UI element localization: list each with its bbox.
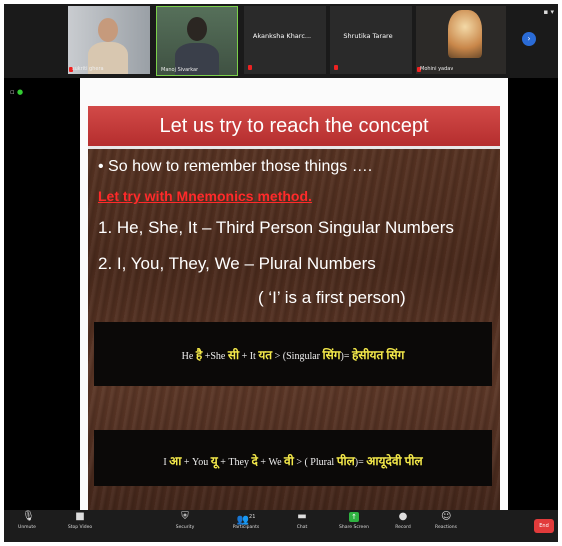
security-button[interactable]: ⛨ Security — [170, 511, 200, 531]
participant-tile[interactable]: Akanksha Kharc... — [244, 6, 326, 74]
screen-share-status-icon: ▫ ● — [10, 88, 24, 96]
participant-tile[interactable]: sukriti ghera — [68, 6, 150, 74]
reactions-icon: ☺ — [441, 511, 452, 522]
participant-name: Mohini yadav — [420, 66, 454, 72]
participants-icon: 👥21 — [236, 514, 256, 526]
unmute-button[interactable]: 🎙 Unmute — [12, 511, 42, 531]
muted-mic-icon: 🎙 — [22, 511, 35, 522]
more-participants-icon[interactable]: › — [522, 32, 536, 46]
share-screen-button[interactable]: ↑ Share Screen — [334, 512, 374, 530]
zoom-window: sukriti ghera Manoj Sivarkar Akanksha Kh… — [4, 4, 558, 542]
participant-name: sukriti ghera — [72, 66, 104, 72]
mnemonic-box-singular: He है +She सी + It यत > (Singular सिंग)=… — [94, 322, 492, 386]
participant-name: Akanksha Kharc... — [252, 32, 312, 40]
slide-point-1: 1. He, She, It – Third Person Singular N… — [98, 218, 454, 237]
participant-tile[interactable]: Mohini yadav — [416, 6, 506, 74]
slide: Let us try to reach the concept • So how… — [88, 106, 500, 510]
muted-mic-icon — [334, 65, 338, 70]
slide-method: Let try with Mnemonics method. — [98, 188, 312, 204]
mnemonic-singular: He है +She सी + It यत > (Singular सिंग)=… — [181, 348, 405, 362]
chat-button[interactable]: ▬ Chat — [290, 511, 314, 531]
meeting-toolbar: 🎙 Unmute ■ Stop Video ⛨ Security 👥21 Par… — [4, 510, 558, 542]
share-screen-icon: ↑ — [349, 512, 359, 522]
stop-video-button[interactable]: ■ Stop Video — [62, 511, 98, 531]
record-icon: ● — [398, 511, 408, 522]
window-controls-icon[interactable]: ▪ ▾ — [544, 8, 554, 16]
slide-bullet: • So how to remember those things …. — [98, 158, 373, 175]
end-meeting-button[interactable]: End — [534, 519, 554, 533]
participant-tile[interactable]: Shrutika Tarare — [330, 6, 412, 74]
participant-tile-active[interactable]: Manoj Sivarkar — [156, 6, 238, 76]
participants-button[interactable]: 👥21 Participants — [226, 512, 266, 530]
mnemonic-box-plural: I आ + You यू + They दे + We वी > ( Plura… — [94, 430, 492, 486]
record-button[interactable]: ● Record — [390, 511, 416, 531]
chat-icon: ▬ — [297, 511, 307, 522]
mnemonic-plural: I आ + You यू + They दे + We वी > ( Plura… — [163, 454, 423, 468]
shared-screen: ▫ ● Let us try to reach the concept • So… — [4, 78, 558, 510]
slide-point-2: 2. I, You, They, We – Plural Numbers — [98, 254, 376, 273]
participant-strip: sukriti ghera Manoj Sivarkar Akanksha Kh… — [4, 4, 558, 78]
slide-title-bar: Let us try to reach the concept — [88, 106, 500, 149]
slide-note: ( ‘I’ is a first person) — [258, 288, 406, 307]
slide-title: Let us try to reach the concept — [159, 115, 429, 137]
participant-name: Manoj Sivarkar — [161, 67, 199, 73]
shield-icon: ⛨ — [181, 511, 189, 522]
video-camera-icon: ■ — [75, 511, 85, 522]
reactions-button[interactable]: ☺ Reactions — [430, 511, 462, 531]
muted-mic-icon — [248, 65, 252, 70]
participant-name: Shrutika Tarare — [343, 32, 393, 40]
